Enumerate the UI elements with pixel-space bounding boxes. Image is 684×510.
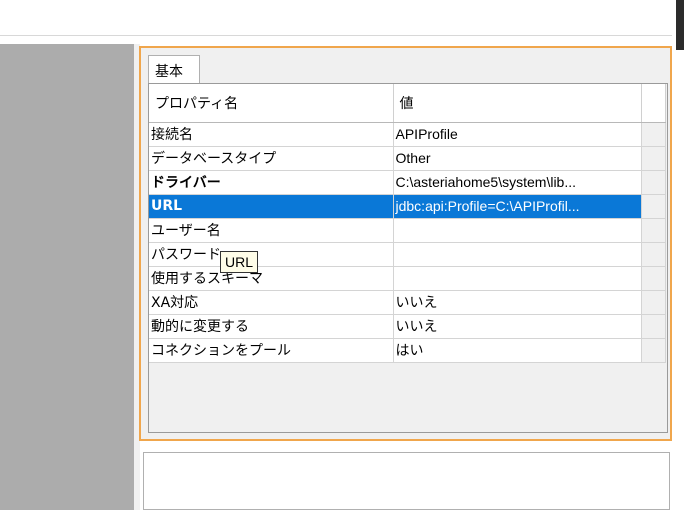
property-row[interactable]: 動的に変更する いいえ — [149, 314, 666, 339]
property-value-cell[interactable] — [393, 218, 642, 243]
edge-fragment — [677, 120, 684, 134]
property-name-cell[interactable]: 動的に変更する — [149, 314, 394, 339]
property-table: プロパティ名 値 接続名 APIProfile データベースタイプ Other ドライバ… — [149, 84, 666, 363]
property-name-cell[interactable]: パスワード — [149, 242, 394, 267]
row-edit-handle — [641, 218, 666, 243]
top-toolbar-area — [0, 0, 672, 36]
property-row[interactable]: XA対応 いいえ — [149, 290, 666, 315]
property-value-cell[interactable]: はい — [393, 338, 642, 363]
property-row[interactable]: 接続名 APIProfile — [149, 122, 666, 147]
property-name-cell[interactable]: コネクションをプール — [149, 338, 394, 363]
property-name-cell[interactable]: ドライバー — [149, 170, 394, 195]
edge-fragment — [677, 196, 684, 210]
window-edge — [676, 0, 684, 50]
property-value-cell[interactable]: いいえ — [393, 290, 642, 315]
property-name-cell[interactable]: XA対応 — [149, 290, 394, 315]
property-name-cell[interactable]: URL — [149, 194, 394, 219]
property-panel: 基本 プロパティ名 値 接続名 APIProfile データベースタイプ Other ド… — [139, 46, 672, 441]
property-value-cell[interactable] — [393, 242, 642, 267]
property-value-cell[interactable] — [393, 266, 642, 291]
property-value-cell[interactable]: Other — [393, 146, 642, 171]
row-edit-handle — [641, 266, 666, 291]
property-row[interactable]: データベースタイプ Other — [149, 146, 666, 171]
property-value-cell[interactable]: APIProfile — [393, 122, 642, 147]
left-pane — [0, 44, 134, 510]
property-name-cell[interactable]: データベースタイプ — [149, 146, 394, 171]
property-value-cell[interactable]: C:\asteriahome5\system\lib... — [393, 170, 642, 195]
description-area — [143, 452, 670, 510]
row-edit-handle — [641, 146, 666, 171]
row-edit-handle — [641, 338, 666, 363]
property-name-cell[interactable]: ユーザー名 — [149, 218, 394, 243]
property-name-cell[interactable]: 接続名 — [149, 122, 394, 147]
tab-basic[interactable]: 基本 — [148, 55, 200, 84]
property-value-cell[interactable]: jdbc:api:Profile=C:\APIProfil... — [393, 194, 642, 219]
column-header-value[interactable]: 値 — [393, 84, 642, 123]
edge-fragment — [677, 158, 684, 172]
row-edit-handle — [641, 314, 666, 339]
row-edit-handle — [641, 242, 666, 267]
property-name-cell[interactable]: 使用するスキーマ — [149, 266, 394, 291]
property-value-cell[interactable]: いいえ — [393, 314, 642, 339]
row-edit-handle — [641, 122, 666, 147]
column-header-spacer — [641, 84, 666, 123]
row-edit-handle — [641, 170, 666, 195]
url-tooltip: URL — [220, 251, 259, 273]
property-row[interactable]: URL jdbc:api:Profile=C:\APIProfil... — [149, 194, 666, 219]
property-row[interactable]: ユーザー名 — [149, 218, 666, 243]
row-edit-handle — [641, 194, 666, 219]
table-header: プロパティ名 値 — [149, 84, 666, 123]
property-row[interactable]: ドライバー C:\asteriahome5\system\lib... — [149, 170, 666, 195]
column-header-name[interactable]: プロパティ名 — [149, 84, 394, 123]
property-row[interactable]: コネクションをプール はい — [149, 338, 666, 363]
row-edit-handle — [641, 290, 666, 315]
